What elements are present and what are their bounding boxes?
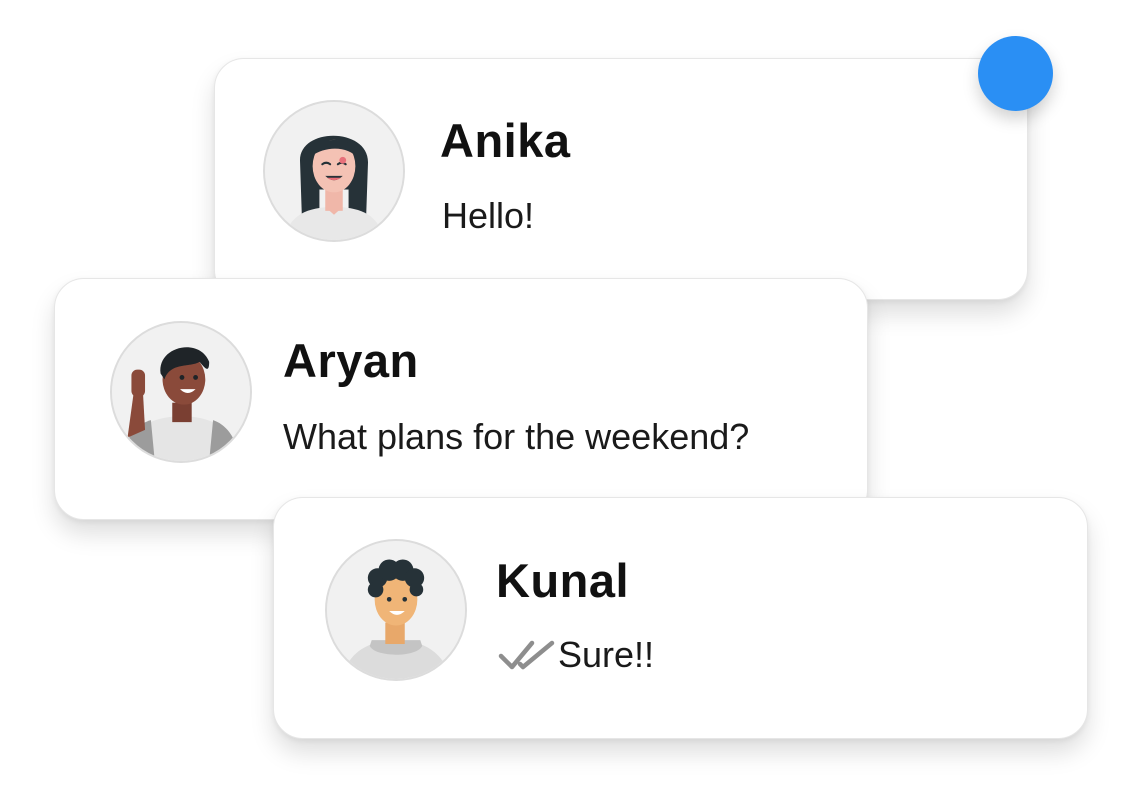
woman-avatar-icon: [263, 100, 405, 242]
message-preview: Sure!!: [558, 634, 655, 675]
message-preview: What plans for the weekend?: [283, 416, 750, 457]
man-curly-hair-avatar-icon: [325, 539, 467, 681]
double-check-icon: [498, 640, 555, 670]
man-waving-avatar-icon: [110, 321, 252, 463]
sender-name: Aryan: [283, 334, 419, 387]
sender-name: Anika: [440, 114, 571, 167]
message-row: Sure!!: [498, 634, 654, 676]
unread-indicator: [978, 36, 1053, 111]
chat-card-anika[interactable]: Anika Hello!: [214, 58, 1028, 300]
message-preview: Hello!: [442, 195, 535, 236]
sender-name: Kunal: [496, 554, 630, 607]
chat-card-aryan[interactable]: Aryan What plans for the weekend?: [54, 278, 868, 520]
chat-card-kunal[interactable]: Kunal Sure!!: [273, 497, 1088, 739]
